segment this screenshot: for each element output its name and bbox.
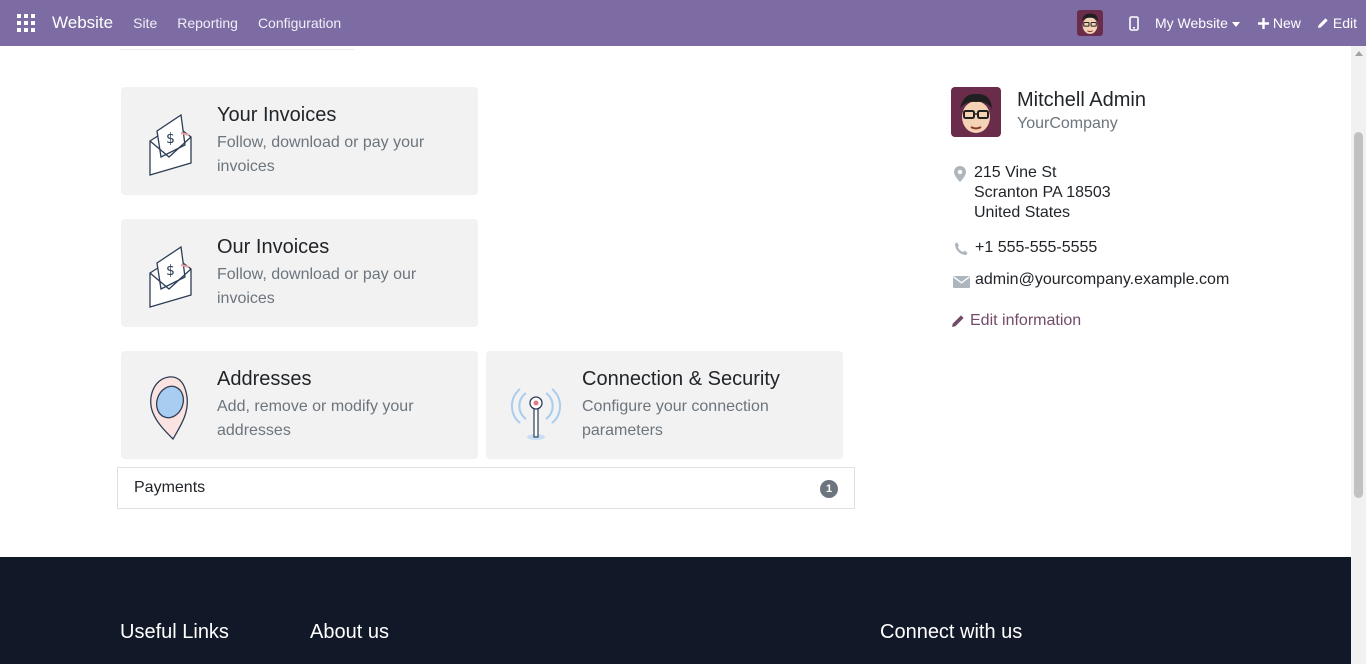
antenna-icon	[510, 388, 562, 440]
mobile-icon	[1129, 15, 1139, 31]
pencil-icon	[952, 315, 964, 327]
plus-icon	[1257, 17, 1269, 29]
address-line-street: 215 Vine St	[974, 164, 1057, 181]
address-line-country: United States	[974, 204, 1071, 221]
apps-menu-button[interactable]	[0, 0, 52, 46]
card-description: Configure your connection parameters	[582, 398, 769, 439]
chevron-down-icon	[1231, 21, 1240, 27]
card-title: Connection & Security	[582, 368, 780, 390]
grid-icon	[17, 14, 35, 32]
payments-row[interactable]: Payments 1	[117, 467, 855, 509]
profile-phone: +1 555-555-5555	[975, 239, 1098, 256]
card-title: Addresses	[217, 368, 312, 390]
card-your-invoices[interactable]: $ Your Invoices Follow, download or pay …	[121, 87, 478, 195]
profile-avatar	[951, 87, 1001, 137]
new-button[interactable]: New	[1257, 15, 1301, 31]
menu-reporting[interactable]: Reporting	[177, 15, 238, 31]
envelope-icon	[953, 276, 970, 288]
svg-text:$: $	[166, 263, 175, 279]
profile-name: Mitchell Admin	[1017, 89, 1146, 111]
page-heading-remnant	[120, 46, 354, 50]
footer-heading-connect: Connect with us	[880, 621, 1023, 643]
website-selector[interactable]: My Website	[1155, 15, 1240, 31]
map-marker-icon	[954, 166, 966, 182]
profile-email: admin@yourcompany.example.com	[975, 271, 1230, 288]
page-scrollbar[interactable]	[1351, 46, 1366, 664]
user-avatar-icon	[951, 87, 1001, 137]
scrollbar-thumb[interactable]	[1354, 132, 1363, 498]
mobile-preview-button[interactable]	[1129, 15, 1139, 31]
card-description: Follow, download or pay our invoices	[217, 266, 417, 307]
map-pin-icon	[150, 376, 188, 441]
card-connection-security[interactable]: Connection & Security Configure your con…	[486, 351, 843, 459]
address-line-city: Scranton PA 18503	[974, 184, 1111, 201]
footer-heading-useful-links: Useful Links	[120, 621, 229, 643]
website-selector-label: My Website	[1154, 15, 1228, 31]
payments-count-badge: 1	[820, 480, 838, 498]
edit-button-label: Edit	[1332, 15, 1357, 31]
phone-icon	[955, 242, 968, 255]
payments-label: Payments	[134, 479, 206, 496]
card-addresses[interactable]: Addresses Add, remove or modify your add…	[121, 351, 478, 459]
edit-button[interactable]: Edit	[1317, 15, 1357, 31]
card-our-invoices[interactable]: $ Our Invoices Follow, download or pay o…	[121, 219, 478, 327]
invoice-envelope-icon: $	[149, 113, 192, 176]
card-title: Your Invoices	[217, 104, 337, 126]
invoice-envelope-icon: $	[149, 245, 192, 308]
user-avatar[interactable]	[1076, 10, 1103, 36]
pencil-icon	[1317, 18, 1328, 28]
footer-heading-about-us: About us	[310, 621, 389, 643]
svg-text:$: $	[166, 131, 175, 147]
menu-site[interactable]: Site	[133, 15, 157, 31]
profile-company: YourCompany	[1017, 115, 1118, 132]
scroll-up-arrow-icon[interactable]	[1355, 51, 1363, 56]
user-avatar-icon	[1076, 10, 1103, 36]
new-button-label: New	[1272, 15, 1301, 31]
card-description: Add, remove or modify your addresses	[217, 398, 414, 439]
edit-information-label: Edit information	[970, 312, 1082, 329]
edit-information-link[interactable]: Edit information	[951, 312, 1081, 330]
card-title: Our Invoices	[217, 236, 330, 258]
navbar-right: My Website New Edit	[1076, 0, 1366, 46]
card-description: Follow, download or pay your invoices	[217, 134, 425, 175]
app-brand[interactable]: Website	[52, 13, 113, 33]
top-navbar: Website Site Reporting Configuration My …	[0, 0, 1366, 46]
menu-configuration[interactable]: Configuration	[258, 15, 341, 31]
footer: Useful Links About us Connect with us	[0, 557, 1351, 664]
